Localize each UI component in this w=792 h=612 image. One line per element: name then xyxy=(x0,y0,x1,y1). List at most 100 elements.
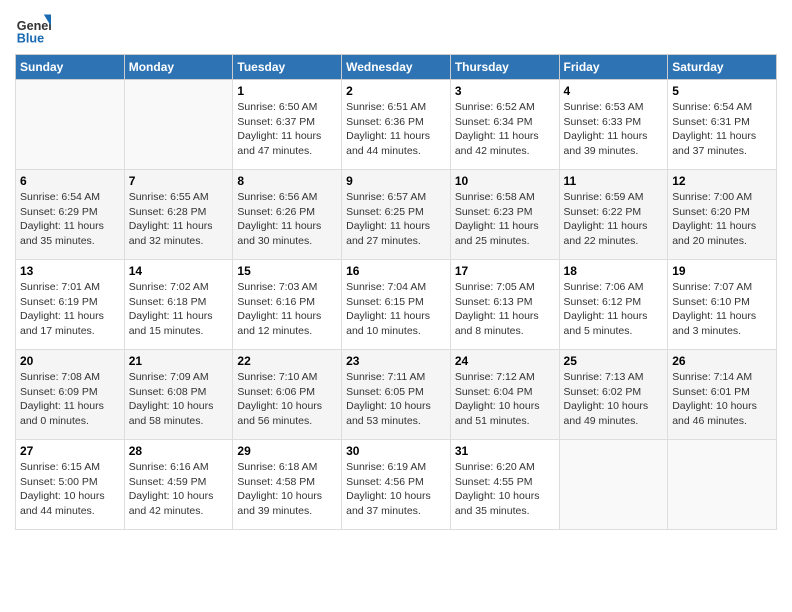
day-info: Sunrise: 6:52 AMSunset: 6:34 PMDaylight:… xyxy=(455,101,539,157)
day-number: 16 xyxy=(346,264,446,278)
day-info: Sunrise: 6:51 AMSunset: 6:36 PMDaylight:… xyxy=(346,101,430,157)
day-header-thursday: Thursday xyxy=(450,55,559,80)
day-info: Sunrise: 6:53 AMSunset: 6:33 PMDaylight:… xyxy=(564,101,648,157)
day-info: Sunrise: 7:00 AMSunset: 6:20 PMDaylight:… xyxy=(672,191,756,247)
calendar-cell: 5 Sunrise: 6:54 AMSunset: 6:31 PMDayligh… xyxy=(668,80,777,170)
day-number: 11 xyxy=(564,174,664,188)
day-number: 29 xyxy=(237,444,337,458)
day-number: 1 xyxy=(237,84,337,98)
day-info: Sunrise: 7:10 AMSunset: 6:06 PMDaylight:… xyxy=(237,371,322,427)
calendar-cell: 22 Sunrise: 7:10 AMSunset: 6:06 PMDaylig… xyxy=(233,350,342,440)
day-number: 24 xyxy=(455,354,555,368)
calendar-cell: 17 Sunrise: 7:05 AMSunset: 6:13 PMDaylig… xyxy=(450,260,559,350)
calendar-cell: 24 Sunrise: 7:12 AMSunset: 6:04 PMDaylig… xyxy=(450,350,559,440)
calendar-cell: 31 Sunrise: 6:20 AMSunset: 4:55 PMDaylig… xyxy=(450,440,559,530)
calendar-cell xyxy=(559,440,668,530)
logo-icon: General Blue xyxy=(15,10,51,46)
day-info: Sunrise: 7:13 AMSunset: 6:02 PMDaylight:… xyxy=(564,371,649,427)
day-info: Sunrise: 6:59 AMSunset: 6:22 PMDaylight:… xyxy=(564,191,648,247)
calendar-cell: 10 Sunrise: 6:58 AMSunset: 6:23 PMDaylig… xyxy=(450,170,559,260)
day-header-monday: Monday xyxy=(124,55,233,80)
day-number: 20 xyxy=(20,354,120,368)
day-number: 12 xyxy=(672,174,772,188)
day-number: 3 xyxy=(455,84,555,98)
calendar-cell: 27 Sunrise: 6:15 AMSunset: 5:00 PMDaylig… xyxy=(16,440,125,530)
page-header: General Blue xyxy=(15,10,777,46)
day-number: 21 xyxy=(129,354,229,368)
day-number: 27 xyxy=(20,444,120,458)
day-number: 23 xyxy=(346,354,446,368)
calendar-cell: 20 Sunrise: 7:08 AMSunset: 6:09 PMDaylig… xyxy=(16,350,125,440)
day-number: 5 xyxy=(672,84,772,98)
day-info: Sunrise: 7:12 AMSunset: 6:04 PMDaylight:… xyxy=(455,371,540,427)
day-header-tuesday: Tuesday xyxy=(233,55,342,80)
day-number: 9 xyxy=(346,174,446,188)
days-header-row: SundayMondayTuesdayWednesdayThursdayFrid… xyxy=(16,55,777,80)
calendar-cell: 12 Sunrise: 7:00 AMSunset: 6:20 PMDaylig… xyxy=(668,170,777,260)
day-number: 15 xyxy=(237,264,337,278)
calendar-cell: 21 Sunrise: 7:09 AMSunset: 6:08 PMDaylig… xyxy=(124,350,233,440)
calendar-cell: 23 Sunrise: 7:11 AMSunset: 6:05 PMDaylig… xyxy=(342,350,451,440)
day-info: Sunrise: 6:19 AMSunset: 4:56 PMDaylight:… xyxy=(346,461,431,517)
day-info: Sunrise: 7:04 AMSunset: 6:15 PMDaylight:… xyxy=(346,281,430,337)
day-info: Sunrise: 6:54 AMSunset: 6:31 PMDaylight:… xyxy=(672,101,756,157)
calendar-cell: 16 Sunrise: 7:04 AMSunset: 6:15 PMDaylig… xyxy=(342,260,451,350)
day-info: Sunrise: 6:16 AMSunset: 4:59 PMDaylight:… xyxy=(129,461,214,517)
day-info: Sunrise: 7:01 AMSunset: 6:19 PMDaylight:… xyxy=(20,281,104,337)
calendar-cell: 4 Sunrise: 6:53 AMSunset: 6:33 PMDayligh… xyxy=(559,80,668,170)
calendar-cell: 6 Sunrise: 6:54 AMSunset: 6:29 PMDayligh… xyxy=(16,170,125,260)
day-info: Sunrise: 7:02 AMSunset: 6:18 PMDaylight:… xyxy=(129,281,213,337)
calendar-cell: 30 Sunrise: 6:19 AMSunset: 4:56 PMDaylig… xyxy=(342,440,451,530)
calendar-cell: 29 Sunrise: 6:18 AMSunset: 4:58 PMDaylig… xyxy=(233,440,342,530)
day-info: Sunrise: 7:14 AMSunset: 6:01 PMDaylight:… xyxy=(672,371,757,427)
day-info: Sunrise: 7:08 AMSunset: 6:09 PMDaylight:… xyxy=(20,371,104,427)
day-info: Sunrise: 6:57 AMSunset: 6:25 PMDaylight:… xyxy=(346,191,430,247)
calendar-cell: 18 Sunrise: 7:06 AMSunset: 6:12 PMDaylig… xyxy=(559,260,668,350)
day-number: 19 xyxy=(672,264,772,278)
day-info: Sunrise: 7:05 AMSunset: 6:13 PMDaylight:… xyxy=(455,281,539,337)
calendar-cell: 15 Sunrise: 7:03 AMSunset: 6:16 PMDaylig… xyxy=(233,260,342,350)
day-info: Sunrise: 6:55 AMSunset: 6:28 PMDaylight:… xyxy=(129,191,213,247)
day-info: Sunrise: 7:06 AMSunset: 6:12 PMDaylight:… xyxy=(564,281,648,337)
day-number: 6 xyxy=(20,174,120,188)
calendar-cell: 28 Sunrise: 6:16 AMSunset: 4:59 PMDaylig… xyxy=(124,440,233,530)
calendar-cell xyxy=(16,80,125,170)
calendar-cell: 1 Sunrise: 6:50 AMSunset: 6:37 PMDayligh… xyxy=(233,80,342,170)
day-number: 18 xyxy=(564,264,664,278)
calendar-cell: 3 Sunrise: 6:52 AMSunset: 6:34 PMDayligh… xyxy=(450,80,559,170)
day-info: Sunrise: 6:20 AMSunset: 4:55 PMDaylight:… xyxy=(455,461,540,517)
day-number: 2 xyxy=(346,84,446,98)
day-info: Sunrise: 7:07 AMSunset: 6:10 PMDaylight:… xyxy=(672,281,756,337)
day-number: 8 xyxy=(237,174,337,188)
week-row-2: 6 Sunrise: 6:54 AMSunset: 6:29 PMDayligh… xyxy=(16,170,777,260)
calendar-cell: 26 Sunrise: 7:14 AMSunset: 6:01 PMDaylig… xyxy=(668,350,777,440)
calendar-cell: 9 Sunrise: 6:57 AMSunset: 6:25 PMDayligh… xyxy=(342,170,451,260)
svg-text:Blue: Blue xyxy=(17,31,44,45)
day-info: Sunrise: 6:50 AMSunset: 6:37 PMDaylight:… xyxy=(237,101,321,157)
calendar-cell: 25 Sunrise: 7:13 AMSunset: 6:02 PMDaylig… xyxy=(559,350,668,440)
day-info: Sunrise: 6:58 AMSunset: 6:23 PMDaylight:… xyxy=(455,191,539,247)
day-info: Sunrise: 6:18 AMSunset: 4:58 PMDaylight:… xyxy=(237,461,322,517)
day-number: 10 xyxy=(455,174,555,188)
day-info: Sunrise: 7:11 AMSunset: 6:05 PMDaylight:… xyxy=(346,371,431,427)
day-number: 31 xyxy=(455,444,555,458)
day-info: Sunrise: 7:09 AMSunset: 6:08 PMDaylight:… xyxy=(129,371,214,427)
day-number: 22 xyxy=(237,354,337,368)
calendar-cell xyxy=(668,440,777,530)
week-row-5: 27 Sunrise: 6:15 AMSunset: 5:00 PMDaylig… xyxy=(16,440,777,530)
week-row-3: 13 Sunrise: 7:01 AMSunset: 6:19 PMDaylig… xyxy=(16,260,777,350)
calendar-cell: 8 Sunrise: 6:56 AMSunset: 6:26 PMDayligh… xyxy=(233,170,342,260)
week-row-1: 1 Sunrise: 6:50 AMSunset: 6:37 PMDayligh… xyxy=(16,80,777,170)
day-number: 13 xyxy=(20,264,120,278)
logo: General Blue xyxy=(15,10,55,46)
day-number: 14 xyxy=(129,264,229,278)
calendar-cell: 19 Sunrise: 7:07 AMSunset: 6:10 PMDaylig… xyxy=(668,260,777,350)
day-number: 17 xyxy=(455,264,555,278)
day-header-wednesday: Wednesday xyxy=(342,55,451,80)
day-number: 28 xyxy=(129,444,229,458)
calendar-cell: 2 Sunrise: 6:51 AMSunset: 6:36 PMDayligh… xyxy=(342,80,451,170)
calendar-table: SundayMondayTuesdayWednesdayThursdayFrid… xyxy=(15,54,777,530)
day-info: Sunrise: 7:03 AMSunset: 6:16 PMDaylight:… xyxy=(237,281,321,337)
day-info: Sunrise: 6:15 AMSunset: 5:00 PMDaylight:… xyxy=(20,461,105,517)
calendar-cell: 11 Sunrise: 6:59 AMSunset: 6:22 PMDaylig… xyxy=(559,170,668,260)
